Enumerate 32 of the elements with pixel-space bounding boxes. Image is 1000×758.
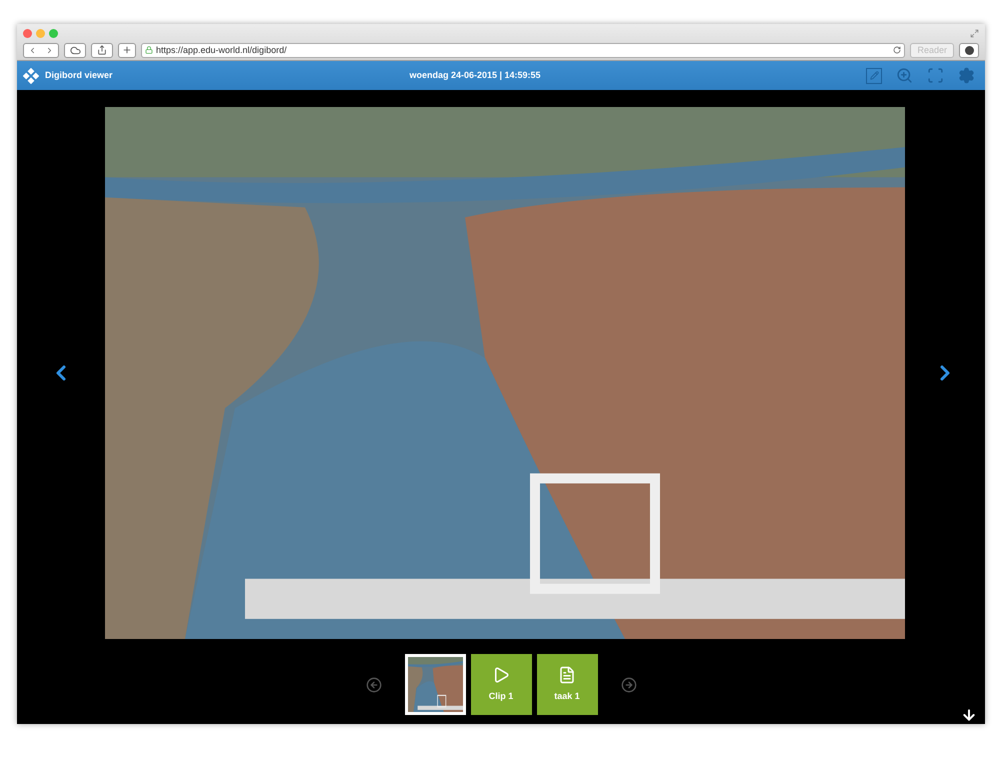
new-tab-button[interactable]	[118, 42, 136, 58]
pen-button[interactable]	[866, 68, 882, 84]
strip-right-icon[interactable]	[620, 676, 636, 692]
download-arrow-icon[interactable]	[961, 707, 977, 723]
cloud-icon	[70, 44, 80, 56]
share-icon	[97, 45, 107, 55]
logo-icon	[23, 68, 39, 84]
thumbnail-photo	[408, 657, 462, 712]
fit-screen-icon[interactable]	[927, 67, 944, 84]
photo-thumbnail[interactable]	[404, 654, 466, 715]
lock-icon	[145, 46, 153, 54]
plus-icon	[122, 45, 132, 55]
document-icon	[558, 666, 576, 684]
reload-icon[interactable]	[893, 46, 902, 54]
date-time: woendag 24-06-2015 | 14:59:55	[408, 68, 542, 82]
cloud-button[interactable]	[64, 42, 86, 58]
back-icon	[28, 46, 37, 54]
forward-icon	[45, 46, 54, 54]
clip-tile[interactable]: Clip 1	[470, 654, 532, 715]
app-title: Digibord viewer	[45, 68, 114, 82]
settings-icon[interactable]	[958, 67, 975, 84]
back-forward-button[interactable]	[23, 42, 59, 58]
share-button[interactable]	[91, 42, 113, 58]
pen-icon	[870, 71, 878, 80]
url-text: https://app.edu-world.nl/digibord/	[156, 46, 287, 54]
zoom-in-icon[interactable]	[896, 67, 913, 84]
strip-left-icon[interactable]	[366, 676, 382, 692]
fullscreen-icon[interactable]	[970, 28, 979, 38]
download-button[interactable]	[959, 42, 979, 58]
play-icon	[492, 666, 510, 684]
task-tile[interactable]: taak 1	[536, 654, 598, 715]
address-field[interactable]: https://app.edu-world.nl/digibord/	[141, 42, 906, 58]
